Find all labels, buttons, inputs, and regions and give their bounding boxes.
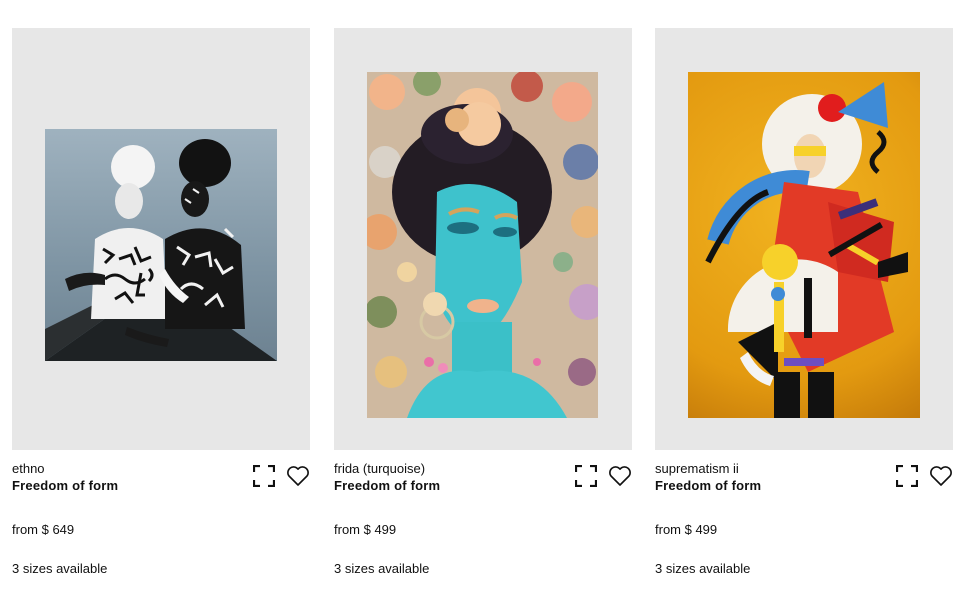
heart-icon[interactable] (929, 464, 953, 488)
product-meta: frida (turquoise) Freedom of form (334, 461, 632, 501)
product-card: suprematism ii Freedom of form from $ 49… (655, 28, 953, 577)
product-actions (252, 464, 310, 488)
expand-icon[interactable] (574, 464, 598, 488)
product-price: from $ 499 (655, 522, 718, 537)
expand-icon[interactable] (895, 464, 919, 488)
heart-icon[interactable] (608, 464, 632, 488)
product-sizes: 3 sizes available (334, 561, 430, 576)
product-image-link[interactable] (12, 28, 310, 450)
product-price: from $ 499 (334, 522, 397, 537)
product-grid: ethno Freedom of form from $ 649 3 sizes… (0, 0, 966, 592)
product-meta: ethno Freedom of form (12, 461, 310, 501)
product-card: frida (turquoise) Freedom of form from $… (334, 28, 632, 577)
product-meta: suprematism ii Freedom of form (655, 461, 953, 501)
product-card: ethno Freedom of form from $ 649 3 sizes… (12, 28, 310, 577)
suprematism-artwork-image (688, 72, 920, 418)
product-sizes: 3 sizes available (655, 561, 751, 576)
product-sizes: 3 sizes available (12, 561, 108, 576)
heart-icon[interactable] (286, 464, 310, 488)
ethno-artwork-image (45, 129, 277, 361)
product-image-link[interactable] (655, 28, 953, 450)
expand-icon[interactable] (252, 464, 276, 488)
product-image-link[interactable] (334, 28, 632, 450)
product-actions (574, 464, 632, 488)
product-price: from $ 649 (12, 522, 75, 537)
frida-turquoise-artwork-image (367, 72, 598, 418)
product-actions (895, 464, 953, 488)
